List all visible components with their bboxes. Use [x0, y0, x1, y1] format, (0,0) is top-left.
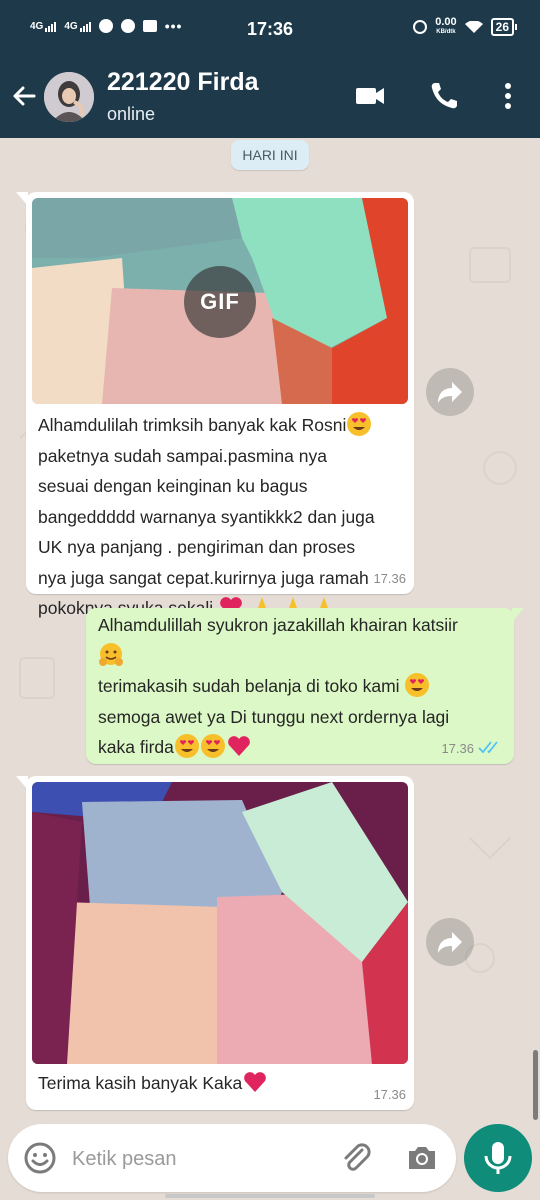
- status-bar: 4G 4G ••• 17:36 0.00 KB/dtk 26: [0, 0, 540, 56]
- alarm-icon: [413, 20, 428, 34]
- wifi-icon: [464, 21, 483, 33]
- battery-icon: 26: [490, 18, 518, 36]
- gif-attachment[interactable]: GIF: [32, 198, 408, 404]
- heart-emoji-icon: [228, 736, 250, 756]
- message-line: Alhamdulillah syukron jazakillah khairan…: [98, 615, 458, 635]
- message-input[interactable]: [72, 1142, 302, 1176]
- avatar[interactable]: [44, 72, 94, 122]
- contact-status: online: [107, 104, 156, 124]
- incoming-message-1[interactable]: GIF Alhamdulilah trimksih banyak kak Ros…: [16, 192, 414, 618]
- message-line: bangeddddd warnanya syantikkk2 dan juga: [38, 506, 375, 527]
- heart-emoji-icon: [244, 1072, 267, 1092]
- message-time: 17.36: [373, 571, 406, 586]
- more-vertical-icon[interactable]: [490, 78, 526, 114]
- heart-eyes-emoji-icon: [405, 673, 430, 697]
- hugging-face-emoji-icon: [99, 642, 123, 666]
- chat-header: 221220 Firda online: [0, 56, 540, 138]
- camera-icon[interactable]: [404, 1140, 440, 1176]
- message-composer: [8, 1124, 456, 1192]
- video-camera-icon[interactable]: [352, 78, 388, 114]
- network-speed: 0.00 KB/dtk: [435, 17, 456, 37]
- home-indicator[interactable]: [165, 1194, 375, 1198]
- double-check-read-icon: [478, 741, 498, 754]
- message-line: [98, 641, 508, 672]
- bubble-tail: [16, 776, 28, 790]
- share-arrow-icon: [438, 382, 462, 403]
- message-line: semoga awet ya Di tunggu next ordernya l…: [98, 706, 450, 727]
- heart-eyes-emoji-icon: [200, 734, 225, 758]
- outgoing-message-1[interactable]: Alhamdulillah syukron jazakillah khairan…: [86, 608, 524, 764]
- message-line: Terima kasih banyak Kaka: [38, 1068, 368, 1099]
- message-text: Alhamdulilah trimksih banyak kak Rosni p…: [38, 410, 408, 624]
- bubble-tail: [16, 192, 28, 206]
- share-arrow-icon: [438, 932, 462, 953]
- status-right-icons: 0.00 KB/dtk 26: [413, 17, 518, 37]
- message-line: terimakasih sudah belanja di toko kami: [98, 671, 508, 702]
- message-time: 17.36: [373, 1087, 406, 1102]
- message-line: paketnya sudah sampai.pasmina nya: [38, 445, 327, 466]
- microphone-icon: [484, 1142, 512, 1174]
- phone-icon[interactable]: [426, 78, 462, 114]
- network-speed-unit: KB/dtk: [436, 29, 456, 35]
- message-text: Terima kasih banyak Kaka: [38, 1068, 368, 1099]
- chat-area[interactable]: HARI INI GIF Alhamdulilah trimksih banya…: [0, 138, 540, 1120]
- date-chip: HARI INI: [231, 140, 309, 170]
- bubble-tail: [512, 608, 524, 622]
- heart-eyes-emoji-icon: [347, 412, 372, 436]
- image-attachment[interactable]: [32, 782, 408, 1064]
- heart-eyes-emoji-icon: [174, 734, 199, 758]
- avatar-image: [44, 72, 94, 122]
- gif-badge[interactable]: GIF: [184, 266, 256, 338]
- scrollbar[interactable]: [533, 1050, 538, 1120]
- arrow-left-icon[interactable]: [8, 80, 40, 112]
- paperclip-icon[interactable]: [338, 1140, 374, 1176]
- message-line: Alhamdulilah trimksih banyak kak Rosni: [38, 410, 408, 441]
- fabric-photo-2: [32, 782, 408, 1064]
- voice-record-button[interactable]: [464, 1124, 532, 1192]
- message-line: nya juga sangat cepat.kurirnya juga rama…: [38, 567, 369, 588]
- incoming-message-2[interactable]: Terima kasih banyak Kaka 17.36: [16, 776, 414, 1110]
- message-text: Alhamdulillah syukron jazakillah khairan…: [98, 610, 508, 763]
- forward-button[interactable]: [426, 918, 474, 966]
- smiley-icon[interactable]: [22, 1140, 58, 1176]
- message-time: 17.36: [441, 741, 474, 756]
- forward-button[interactable]: [426, 368, 474, 416]
- contact-name[interactable]: 221220 Firda: [107, 68, 259, 97]
- message-line: sesuai dengan keinginan ku bagus: [38, 476, 308, 496]
- message-line: UK nya panjang . pengiriman dan proses: [38, 537, 356, 557]
